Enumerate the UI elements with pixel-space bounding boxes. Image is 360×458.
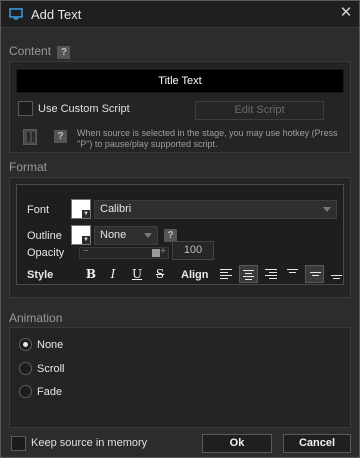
script-hint-text: When source is selected in the stage, yo… [77,128,338,149]
align-right-icon[interactable] [261,265,280,283]
chevron-down-icon: ▼ [82,210,90,218]
italic-button[interactable]: I [104,266,122,282]
content-help-icon[interactable]: ? [57,46,71,59]
style-label: Style [27,269,54,281]
radio-none-label: None [37,339,64,351]
bold-button[interactable]: B [82,266,100,282]
outline-color-swatch[interactable]: ▼ [71,225,91,245]
format-heading: Format [9,160,48,174]
font-color-swatch[interactable]: ▼ [71,199,91,219]
opacity-slider-thumb[interactable] [152,249,160,257]
pause-icon[interactable] [23,129,37,145]
radio-fade-label: Fade [37,386,63,398]
content-section-label: Content ? [9,44,71,59]
add-text-dialog: Add Text ✕ Content ? Title Text Use Cust… [0,0,360,458]
font-dropdown-value: Calibri [100,203,132,215]
minus-icon: − [83,246,89,257]
title-text-input[interactable]: Title Text [16,69,344,93]
script-help-icon[interactable]: ? [54,130,67,143]
radio-none[interactable] [19,338,32,351]
align-middle-icon[interactable] [305,265,324,283]
strikethrough-button[interactable]: S [151,266,169,282]
align-center-icon[interactable] [239,265,258,283]
animation-panel: None Scroll Fade [9,327,351,428]
content-panel: Title Text Use Custom Script Edit Script… [9,61,351,153]
window-title: Add Text [31,7,82,22]
align-label: Align [181,269,209,281]
keep-source-label: Keep source in memory [31,437,148,449]
radio-fade[interactable] [19,385,32,398]
close-icon[interactable]: ✕ [338,5,354,21]
edit-script-button[interactable]: Edit Script [195,101,324,120]
title-bar: Add Text ✕ [1,1,359,28]
content-heading: Content [9,44,52,58]
underline-button[interactable]: U [128,266,146,282]
chevron-down-icon [323,207,331,212]
align-left-icon[interactable] [217,265,236,283]
opacity-slider[interactable]: − + [79,246,169,259]
animation-heading: Animation [9,311,63,325]
font-label: Font [27,204,50,216]
chevron-down-icon: ▼ [82,236,90,244]
radio-scroll-label: Scroll [37,363,65,375]
align-top-icon[interactable] [283,265,302,283]
outline-dropdown[interactable]: None [94,226,158,245]
opacity-label: Opacity [27,247,65,259]
use-custom-script-label: Use Custom Script [38,103,130,115]
outline-dropdown-value: None [100,229,127,241]
monitor-icon [9,7,23,21]
plus-icon: + [160,246,166,257]
align-bottom-icon[interactable] [327,265,346,283]
font-dropdown[interactable]: Calibri [94,200,337,219]
keep-source-checkbox[interactable] [11,436,26,451]
ok-button[interactable]: Ok [202,434,272,453]
cancel-button[interactable]: Cancel [283,434,351,453]
outline-label: Outline [27,230,62,242]
opacity-input[interactable]: 100 [172,241,214,260]
format-panel: Font ▼ Calibri Outline ▼ None ? Opacity … [9,177,351,298]
chevron-down-icon [144,233,152,238]
radio-scroll[interactable] [19,362,32,375]
use-custom-script-checkbox[interactable] [18,101,33,116]
format-inner-box: Font ▼ Calibri Outline ▼ None ? Opacity … [16,184,344,285]
